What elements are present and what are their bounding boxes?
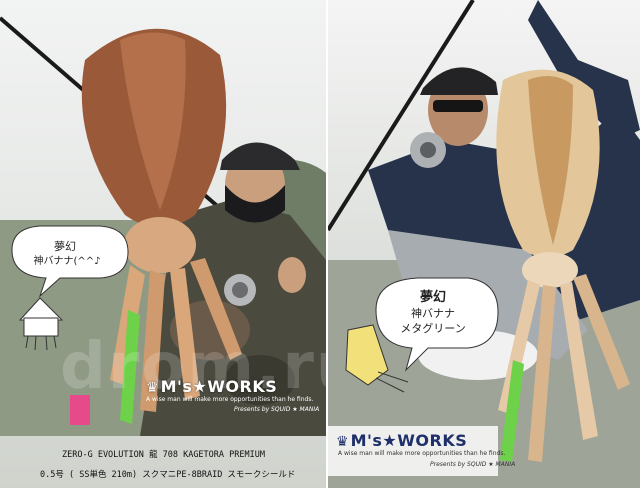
left-credit: Presents by SQUID ★ MANIA bbox=[234, 406, 320, 413]
left-bubble-line-1: 夢幻 bbox=[54, 240, 76, 253]
right-bubble-line-3: メタグリーン bbox=[400, 322, 466, 335]
left-tagline: A wise man will make more opportunities … bbox=[146, 396, 314, 403]
right-bubble-line-1: 夢幻 bbox=[419, 290, 446, 305]
caption-line: 0.5号 ( SS単色 210m) スクマニPE-8BRAID スモークシールド bbox=[40, 470, 296, 480]
crown-icon: ♛ bbox=[146, 380, 159, 396]
right-angler-photo bbox=[328, 0, 640, 488]
caption-rod: ZERO-G EVOLUTION 龍 708 KAGETORA PREMIUM bbox=[62, 450, 265, 460]
left-logo-text: M's★WORKS bbox=[160, 377, 278, 396]
right-photo-panel bbox=[328, 0, 640, 488]
right-bubble-line-2: 神バナナ bbox=[411, 307, 455, 320]
right-credit: Presents by SQUID ★ MANIA bbox=[430, 461, 516, 468]
left-bubble-line-2: 神バナナ(^^♪ bbox=[33, 256, 101, 267]
left-brand-logo: ♛ M's★WORKS bbox=[146, 377, 277, 396]
